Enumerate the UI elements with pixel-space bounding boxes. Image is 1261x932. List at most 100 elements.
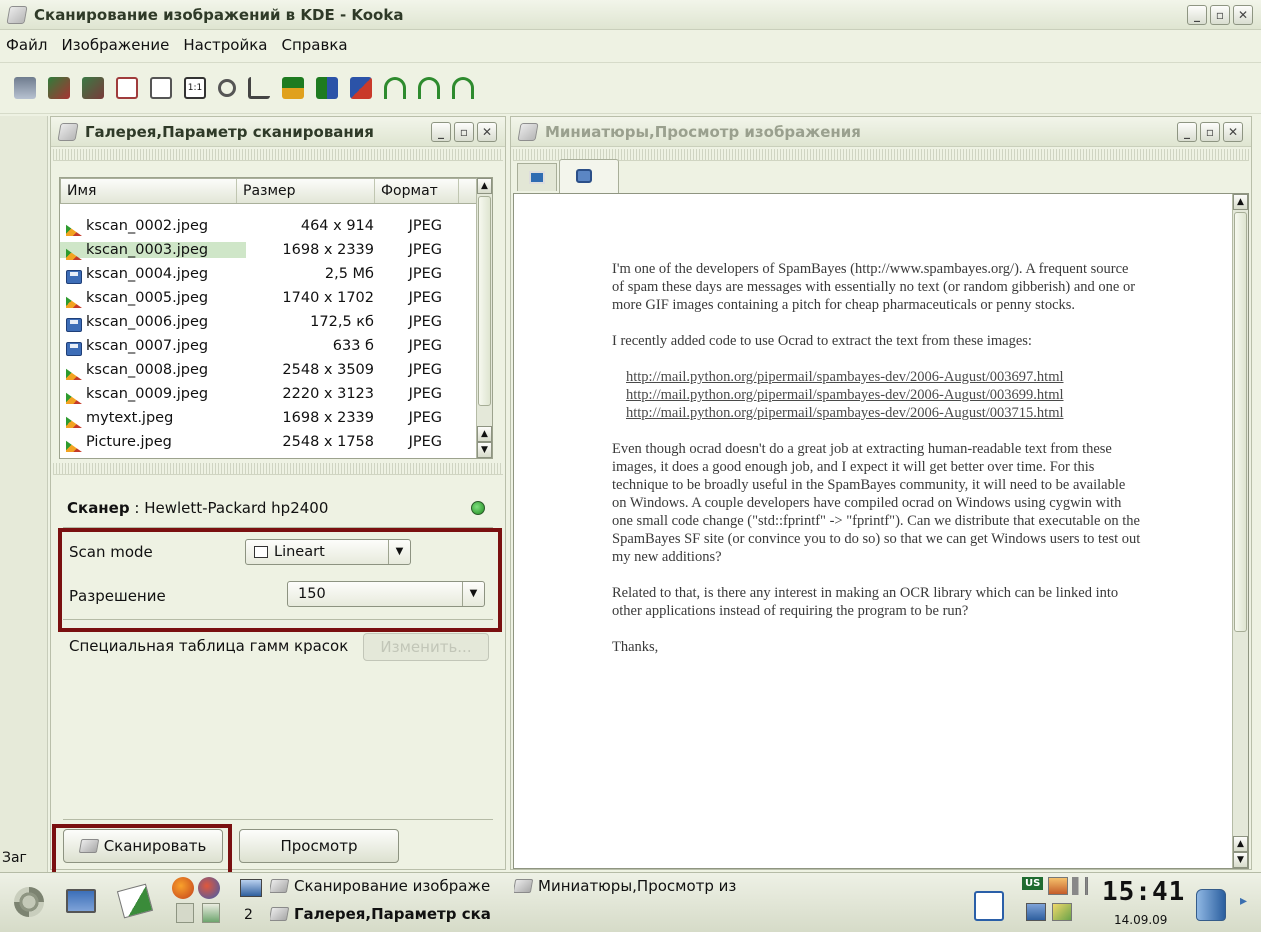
scroll-up-arrow-bottom[interactable]: ▲ bbox=[1233, 836, 1248, 852]
scroll-up-arrow-bottom[interactable]: ▲ bbox=[477, 426, 492, 442]
doc-paragraph-4: Related to that, is there any interest i… bbox=[612, 585, 1119, 619]
klipper-icon[interactable] bbox=[1048, 877, 1068, 895]
updates-icon[interactable] bbox=[1052, 903, 1072, 921]
gallery-minimize-button[interactable]: _ bbox=[431, 121, 451, 142]
zoom-icon[interactable] bbox=[218, 79, 236, 97]
preview-dock-grip[interactable] bbox=[513, 149, 1249, 161]
file-size-cell: 1740 x 1702 bbox=[282, 290, 374, 306]
viewer-scrollbar[interactable]: ▲ ▲ ▼ bbox=[1232, 194, 1248, 868]
file-row[interactable]: kscan_0002.jpeg 464 x 914 JPEG bbox=[60, 214, 492, 238]
close-button[interactable]: ✕ bbox=[1233, 4, 1253, 25]
thunderbird-icon[interactable] bbox=[198, 877, 220, 899]
window-title: Сканирование изображений в KDE - Kooka bbox=[34, 5, 404, 24]
save-icon[interactable] bbox=[974, 891, 1004, 921]
rotate-180-icon[interactable] bbox=[452, 77, 474, 99]
scroll-up-arrow[interactable]: ▲ bbox=[1233, 194, 1248, 210]
print-icon[interactable] bbox=[14, 77, 36, 99]
gallery-dock-grip[interactable] bbox=[53, 149, 503, 161]
preview-button[interactable]: Просмотр bbox=[239, 829, 399, 863]
mirror-horizontal-icon[interactable] bbox=[316, 77, 338, 99]
scroll-down-arrow[interactable]: ▼ bbox=[1233, 852, 1248, 868]
image-viewer[interactable]: I'm one of the developers of SpamBayes (… bbox=[513, 193, 1249, 869]
column-size[interactable]: Размер bbox=[237, 179, 375, 203]
file-format-cell: JPEG bbox=[408, 290, 442, 306]
maximize-button[interactable]: ▫ bbox=[1210, 4, 1230, 25]
column-name[interactable]: Имя bbox=[61, 179, 237, 203]
gallery-panel-title: Галерея,Параметр сканирования bbox=[85, 122, 374, 141]
menu-image[interactable]: Изображение bbox=[61, 36, 169, 54]
file-row[interactable]: kscan_0009.jpeg 2220 x 3123 JPEG bbox=[60, 382, 492, 406]
kate-editor-icon[interactable] bbox=[116, 883, 154, 919]
pager-desktop-1[interactable] bbox=[176, 903, 194, 923]
file-row[interactable]: kscan_0007.jpeg 633 б JPEG bbox=[60, 334, 492, 358]
actual-size-icon[interactable]: 1:1 bbox=[184, 77, 206, 99]
fit-height-icon[interactable] bbox=[116, 77, 138, 99]
file-list[interactable]: Имя Размер Формат kscan_0002.jpeg 464 x 9… bbox=[59, 177, 493, 459]
file-name-cell: kscan_0005.jpeg bbox=[60, 290, 246, 308]
desktop-number[interactable]: 2 bbox=[244, 907, 253, 923]
scan-icon[interactable] bbox=[48, 77, 70, 99]
task-kooka-main[interactable]: Сканирование изображе bbox=[270, 877, 510, 895]
gallery-close-button[interactable]: ✕ bbox=[477, 121, 497, 142]
window-list-icon[interactable] bbox=[240, 879, 262, 897]
file-row[interactable]: kscan_0005.jpeg 1740 x 1702 JPEG bbox=[60, 286, 492, 310]
preview-minimize-button[interactable]: _ bbox=[1177, 121, 1197, 142]
file-list-scrollbar[interactable]: ▲ ▲ ▼ bbox=[476, 178, 492, 458]
file-name: kscan_0002.jpeg bbox=[86, 218, 209, 234]
scroll-thumb[interactable] bbox=[478, 196, 491, 406]
tab-image-viewer[interactable] bbox=[559, 159, 619, 193]
gallery-panel-titlebar[interactable]: Галерея,Параметр сканирования _ ▫ ✕ bbox=[51, 117, 505, 147]
keyboard-layout-indicator[interactable]: US bbox=[1022, 877, 1044, 890]
rotate-left-icon[interactable] bbox=[418, 77, 440, 99]
tab-thumbnails[interactable] bbox=[517, 163, 557, 191]
column-format[interactable]: Формат bbox=[375, 179, 459, 203]
menu-settings[interactable]: Настройка bbox=[183, 36, 267, 54]
task-label: Галерея,Параметр ска bbox=[294, 905, 491, 923]
mirror-both-icon[interactable] bbox=[350, 77, 372, 99]
preview-maximize-button[interactable]: ▫ bbox=[1200, 121, 1220, 142]
kde-menu-icon[interactable] bbox=[14, 887, 44, 917]
file-row[interactable]: kscan_0008.jpeg 2548 x 3509 JPEG bbox=[60, 358, 492, 382]
task-preview-window[interactable]: Миниатюры,Просмотр из bbox=[514, 877, 754, 895]
scroll-thumb[interactable] bbox=[1234, 212, 1247, 632]
file-format-cell: JPEG bbox=[408, 218, 442, 234]
show-desktop-icon[interactable] bbox=[66, 889, 96, 913]
pager-desktop-2-icon[interactable] bbox=[202, 903, 220, 923]
fit-width-icon[interactable] bbox=[150, 77, 172, 99]
main-titlebar[interactable]: Сканирование изображений в KDE - Kooka _… bbox=[0, 0, 1261, 30]
task-label: Сканирование изображе bbox=[294, 877, 491, 895]
file-row[interactable]: Picture.jpeg 2548 x 1758 JPEG bbox=[60, 430, 492, 454]
scan-preview-icon[interactable] bbox=[82, 77, 104, 99]
scroll-up-arrow[interactable]: ▲ bbox=[477, 178, 492, 194]
preview-panel-titlebar[interactable]: Миниатюры,Просмотр изображения _ ▫ ✕ bbox=[511, 117, 1251, 147]
mirror-vertical-icon[interactable] bbox=[282, 77, 304, 99]
gallery-maximize-button[interactable]: ▫ bbox=[454, 121, 474, 142]
volume-icon[interactable] bbox=[1072, 877, 1088, 895]
rotate-right-icon[interactable] bbox=[384, 77, 406, 99]
menu-file[interactable]: Файл bbox=[6, 36, 47, 54]
kde-taskbar: 2 Сканирование изображе Миниатюры,Просмо… bbox=[0, 872, 1261, 932]
doc-link: http://mail.python.org/pipermail/spambay… bbox=[626, 405, 1064, 421]
file-row[interactable]: mytext.jpeg 1698 x 2339 JPEG bbox=[60, 406, 492, 430]
preview-close-button[interactable]: ✕ bbox=[1223, 121, 1243, 142]
clock-time[interactable]: 15:41 bbox=[1102, 877, 1185, 907]
preview-button-label: Просмотр bbox=[280, 837, 358, 855]
task-label: Миниатюры,Просмотр из bbox=[538, 877, 737, 895]
crop-icon[interactable] bbox=[248, 77, 270, 99]
kooka-task-icon bbox=[270, 907, 290, 921]
menu-help[interactable]: Справка bbox=[281, 36, 347, 54]
trash-icon[interactable] bbox=[1196, 889, 1226, 921]
firefox-icon[interactable] bbox=[172, 877, 194, 899]
gamma-edit-button[interactable]: Изменить... bbox=[363, 633, 489, 661]
scan-dock-grip[interactable] bbox=[53, 463, 503, 475]
highlight-scan-settings bbox=[58, 528, 502, 632]
scroll-down-arrow[interactable]: ▼ bbox=[477, 442, 492, 458]
network-icon[interactable] bbox=[1026, 903, 1046, 921]
file-row[interactable]: kscan_0006.jpeg 172,5 кб JPEG bbox=[60, 310, 492, 334]
panel-expand-arrow-icon[interactable]: ▸ bbox=[1240, 893, 1247, 909]
task-gallery-window[interactable]: Галерея,Параметр ска bbox=[270, 905, 510, 923]
file-row[interactable]: kscan_0003.jpeg 1698 x 2339 JPEG bbox=[60, 238, 492, 262]
file-row[interactable]: kscan_0004.jpeg 2,5 Мб JPEG bbox=[60, 262, 492, 286]
minimize-button[interactable]: _ bbox=[1187, 4, 1207, 25]
panel-app-icon bbox=[517, 122, 539, 141]
